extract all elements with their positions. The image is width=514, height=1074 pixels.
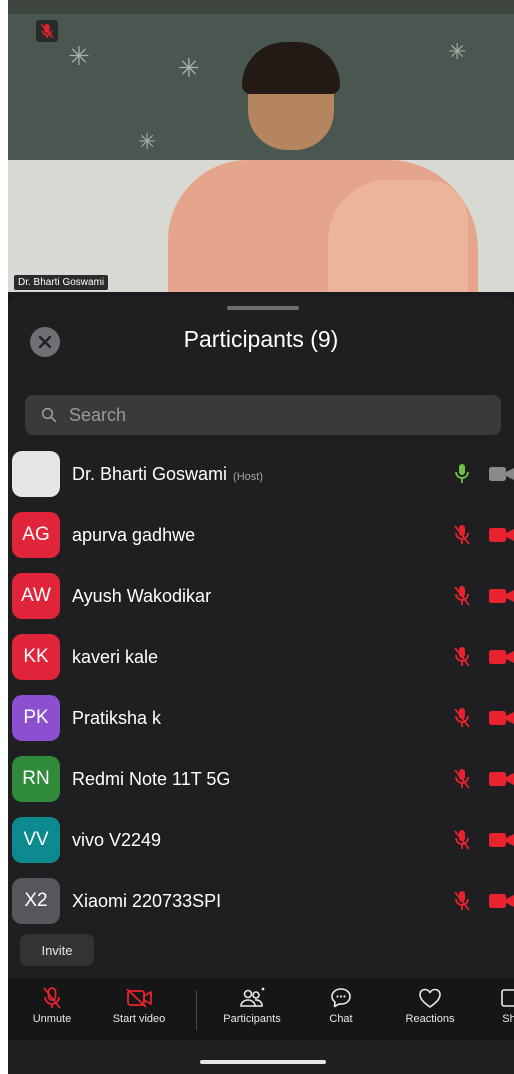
participant-row[interactable]: Dr. Bharti Goswami (Host) [8, 444, 514, 505]
participant-row[interactable]: VV vivo V2249 [8, 810, 514, 871]
invite-button[interactable]: Invite [20, 934, 94, 966]
participant-name: Redmi Note 11T 5G [72, 769, 231, 789]
video-off-icon[interactable] [488, 832, 514, 848]
participant-name: apurva gadhwe [72, 525, 196, 545]
close-icon [38, 335, 52, 349]
microphone-muted-icon[interactable] [454, 706, 470, 730]
microphone-muted-icon [43, 987, 61, 1009]
video-off-icon[interactable] [488, 893, 514, 909]
microphone-muted-icon[interactable] [454, 645, 470, 669]
participants-sheet: Participants (9) Dr. Bharti Goswami(Host… [8, 296, 514, 1074]
speaker-muted-icon [36, 20, 58, 42]
sheet-drag-handle[interactable] [227, 306, 299, 310]
video-off-icon[interactable] [488, 466, 514, 482]
video-off-icon[interactable] [488, 527, 514, 543]
participant-name: vivo V2249 [72, 830, 162, 850]
participant-row[interactable]: RN Redmi Note 11T 5G [8, 749, 514, 810]
participant-name: Pratiksha k [72, 708, 162, 728]
participant-name: Ayush Wakodikar [72, 586, 212, 606]
start-video-button[interactable]: Start video [104, 978, 174, 1040]
participant-row[interactable]: AW Ayush Wakodikar [8, 566, 514, 627]
participant-row[interactable]: AG apurva gadhwe [8, 505, 514, 566]
participant-list: Dr. Bharti Goswami (Host) AG apurva gadhwe A… [8, 444, 514, 932]
chat-icon [331, 988, 351, 1008]
participant-avatar: VV [12, 817, 60, 863]
participant-avatar: X2 [12, 878, 60, 924]
close-panel-button[interactable] [30, 327, 60, 357]
participant-avatar: AW [12, 573, 60, 619]
participant-avatar [12, 451, 60, 497]
video-off-icon[interactable] [488, 649, 514, 665]
participant-avatar: AG [12, 512, 60, 558]
participant-row[interactable]: KK kaveri kale [8, 627, 514, 688]
participants-button[interactable]: Participants [212, 978, 292, 1040]
participant-avatar: RN [12, 756, 60, 802]
search-bar [25, 395, 501, 435]
share-button[interactable]: Sh [496, 978, 514, 1040]
unmute-button[interactable]: Unmute [22, 978, 82, 1040]
video-off-icon [126, 988, 152, 1008]
participant-row[interactable]: PK Pratiksha k [8, 688, 514, 749]
microphone-muted-icon[interactable] [454, 828, 470, 852]
heart-icon [419, 988, 441, 1008]
microphone-muted-icon[interactable] [454, 523, 470, 547]
microphone-muted-icon[interactable] [454, 584, 470, 608]
microphone-on-icon[interactable] [454, 462, 470, 486]
share-icon [501, 989, 514, 1007]
microphone-muted-icon[interactable] [454, 767, 470, 791]
speaker-name-tag: Dr. Bharti Goswami [14, 275, 109, 290]
search-input[interactable] [67, 403, 491, 427]
toolbar-divider [196, 990, 197, 1030]
participant-avatar: PK [12, 695, 60, 741]
panel-title: Participants (9) [183, 326, 339, 352]
meeting-toolbar: Unmute Start video Participants Chat Rea… [8, 978, 514, 1040]
participant-avatar: KK [12, 634, 60, 680]
participant-name: Xiaomi 220733SPI [72, 891, 222, 911]
invite-bar: Invite [8, 928, 514, 972]
search-icon [41, 407, 57, 423]
meeting-app: ✳ ✳ ✳ ✳ Dr. Bharti Goswami Participants … [8, 0, 514, 1074]
home-indicator [200, 1060, 326, 1064]
microphone-muted-icon[interactable] [454, 889, 470, 913]
host-tag: (Host) [233, 471, 263, 483]
video-off-icon[interactable] [488, 588, 514, 604]
reactions-button[interactable]: Reactions [394, 978, 466, 1040]
video-off-icon[interactable] [488, 771, 514, 787]
participants-icon [240, 987, 265, 1007]
participant-name: Dr. Bharti Goswami (Host) [72, 464, 263, 484]
participant-name: kaveri kale [72, 647, 159, 667]
speaker-figure [158, 40, 498, 292]
chat-button[interactable]: Chat [318, 978, 364, 1040]
active-speaker-video[interactable]: ✳ ✳ ✳ ✳ Dr. Bharti Goswami [8, 0, 514, 292]
video-off-icon[interactable] [488, 710, 514, 726]
participant-row[interactable]: X2 Xiaomi 220733SPI [8, 871, 514, 932]
